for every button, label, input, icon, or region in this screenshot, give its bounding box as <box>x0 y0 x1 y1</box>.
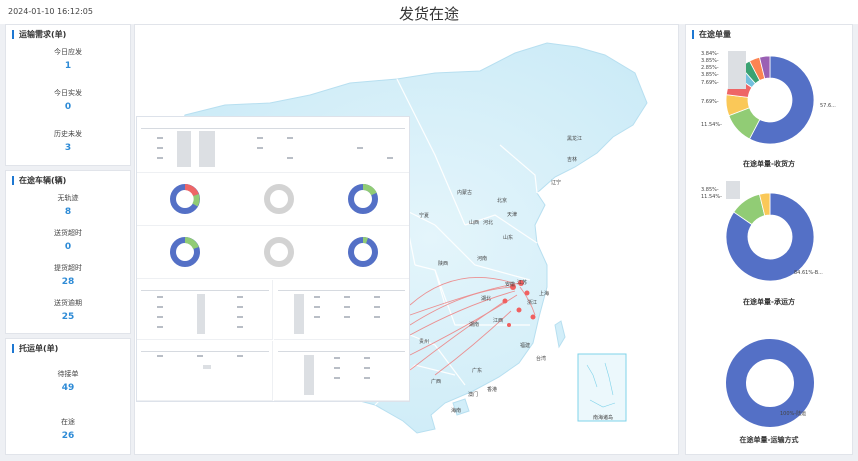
label-hebei: 河北 <box>483 220 494 226</box>
report-table-right <box>274 280 409 340</box>
panel-title: 在途车辆(辆) <box>12 176 66 185</box>
label-henan: 河南 <box>477 256 488 262</box>
report-table-top <box>137 117 409 173</box>
label-shanxi: 山西 <box>469 220 480 226</box>
label-hunan: 湖南 <box>469 322 480 328</box>
redacted-label-block <box>728 51 746 89</box>
redacted-label-block <box>726 181 740 199</box>
label-anhui: 安徽 <box>505 282 516 288</box>
donut-label-3-85: 3.85%- <box>701 187 719 193</box>
label-guizhou: 贵州 <box>419 339 430 345</box>
panel-title: 在途单量 <box>692 30 731 39</box>
label-zhejiang: 浙江 <box>527 300 538 306</box>
report-donut-row-1 <box>137 174 409 226</box>
stat-pickup-timeout[interactable]: 提货超时 28 <box>6 263 130 287</box>
donut-label-7-69b: 7.69%- <box>701 99 719 105</box>
label-guangdong: 广东 <box>472 368 483 374</box>
label-ningxia: 宁夏 <box>419 213 430 219</box>
donut-label-11-54b: 11.54%- <box>701 194 722 200</box>
stat-today-planned[interactable]: 今日应发 1 <box>6 47 130 71</box>
donut-slice[interactable] <box>726 339 814 427</box>
donut-label-100-land: 100%-陆运 <box>780 411 807 417</box>
label-jilin: 吉林 <box>567 157 578 163</box>
label-jiangxi: 江西 <box>493 318 504 324</box>
report-table-left <box>137 280 273 340</box>
label-liaoning: 辽宁 <box>551 180 562 186</box>
consignment-panel: 托运单(单) 待接单 49 在途 26 <box>5 338 131 455</box>
stat-in-transit[interactable]: 在途 26 <box>6 417 130 441</box>
donut-label-11-54: 11.54%- <box>701 122 722 128</box>
label-macau: 澳门 <box>468 392 479 398</box>
transport-demand-panel: 运输需求(单) 今日应发 1 今日实发 0 历史未发 3 <box>5 24 131 166</box>
stat-today-shipped[interactable]: 今日实发 0 <box>6 88 130 112</box>
label-shanghai: 上海 <box>539 291 550 297</box>
page-title: 发货在途 <box>398 5 459 23</box>
donut-label-57-6: 57.6... <box>820 103 836 109</box>
donut-label-3-85b: 3.85%- <box>701 72 719 78</box>
chart-caption-consignee: 在途单量-收货方 <box>743 160 795 168</box>
label-hongkong: 香港 <box>487 387 498 393</box>
chart-caption-transport-mode: 在途单量-运输方式 <box>739 436 799 444</box>
label-neimenggu: 内蒙古 <box>457 190 473 196</box>
label-guangxi: 广西 <box>431 379 442 385</box>
donut-label-3-85a: 3.85%- <box>701 58 719 64</box>
label-shandong: 山东 <box>503 235 514 241</box>
donut-label-84-61: 84.61%-B... <box>794 270 823 276</box>
in-transit-panel: 在途单量 3.84%- 3.85%- 2.85%- 3.85%- 7.69%- … <box>685 24 853 455</box>
donut-chart-carrier[interactable] <box>686 185 854 295</box>
vehicles-panel: 在途车辆(辆) 无轨迹 8 送货超时 0 提货超时 28 送货逾期 25 <box>5 170 131 334</box>
south-sea-inset <box>577 353 627 422</box>
label-hainan: 海南 <box>451 408 462 414</box>
report-table-bottom-right <box>274 341 409 401</box>
label-jiangsu: 江苏 <box>517 280 528 286</box>
report-table-bottom-left <box>137 341 273 401</box>
stat-delivery-overdue[interactable]: 送货逾期 25 <box>6 298 130 322</box>
donut-chart-transport-mode[interactable] <box>686 331 854 441</box>
label-heilongjiang: 黑龙江 <box>567 136 583 142</box>
label-shaanxi: 陕西 <box>438 261 449 267</box>
label-taiwan: 台湾 <box>536 356 547 362</box>
stat-pending-accept[interactable]: 待接单 49 <box>6 369 130 393</box>
donut-label-3-84: 3.84%- <box>701 51 719 57</box>
chart-caption-carrier: 在途单量-承运方 <box>743 298 795 306</box>
stat-history-unshipped[interactable]: 历史未发 3 <box>6 129 130 153</box>
stat-delivery-timeout[interactable]: 送货超时 0 <box>6 228 130 252</box>
label-hubei: 湖北 <box>481 296 492 302</box>
top-header: 2024-01-10 16:12:05 发货在途 <box>0 0 858 24</box>
south-sea-inset-label: 南海诸岛 <box>593 415 614 421</box>
detail-report-overlay[interactable] <box>136 116 410 402</box>
panel-title: 托运单(单) <box>12 344 58 353</box>
label-beijing: 北京 <box>497 198 508 204</box>
donut-label-7-69a: 7.69%- <box>701 80 719 86</box>
stat-no-track[interactable]: 无轨迹 8 <box>6 193 130 217</box>
donut-label-2-85: 2.85%- <box>701 65 719 71</box>
taiwan-island <box>554 320 566 349</box>
report-donut-row-2 <box>137 227 409 279</box>
label-tianjin: 天津 <box>507 212 518 218</box>
label-fujian: 福建 <box>520 343 531 349</box>
panel-title: 运输需求(单) <box>12 30 66 39</box>
